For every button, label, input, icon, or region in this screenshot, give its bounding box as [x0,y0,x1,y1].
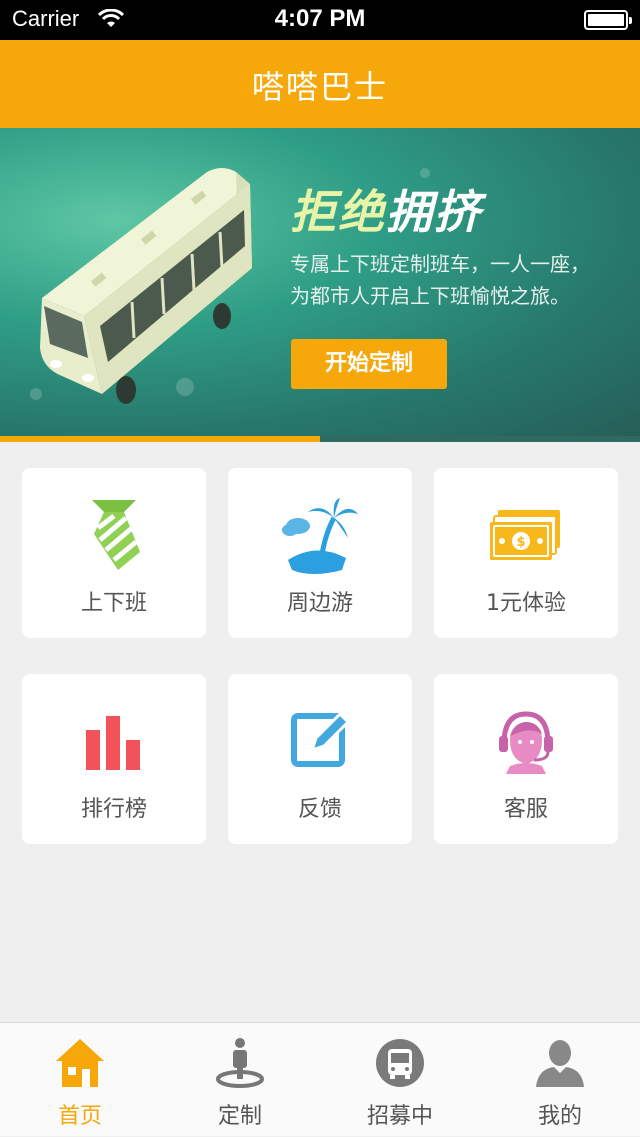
tile-label: 反馈 [297,797,342,822]
tile-ranking[interactable]: 排行榜 [22,674,206,844]
banner-headline: 拒绝拥挤 [290,176,482,242]
tile-nearby-trip[interactable]: 周边游 [228,468,412,638]
page-title: 嗒嗒巴士 [251,68,388,106]
tab-bar: 首页 定制 招募中 我的 [0,1022,640,1136]
tab-label: 我的 [537,1104,582,1129]
tab-label: 招募中 [366,1104,433,1129]
banner-headline-part2: 拥挤 [386,185,482,239]
banner-description: 专属上下班定制班车，一人一座， 为都市人开启上下班愉悦之旅。 [290,248,620,312]
carousel-indicator-active [0,436,320,442]
tile-label: 客服 [503,797,548,822]
bar-chart-icon [86,716,140,770]
banner-headline-part1: 拒绝 [290,185,386,239]
headset-icon [499,711,553,774]
tile-one-yuan-trial[interactable]: $ 1元体验 [434,468,618,638]
tab-mine[interactable]: 我的 [480,1023,640,1137]
tab-label: 首页 [57,1104,102,1129]
tile-label: 排行榜 [80,797,147,822]
tile-label: 上下班 [80,591,147,616]
tab-recruiting[interactable]: 招募中 [320,1023,480,1137]
tab-label: 定制 [217,1104,262,1129]
svg-text:$: $ [516,535,525,550]
tile-label: 1元体验 [486,591,566,616]
bus-illustration [22,158,262,412]
money-icon: $ [490,510,560,560]
clock: 4:07 PM [274,5,366,32]
banner-desc-line: 为都市人开启上下班愉悦之旅。 [290,284,570,308]
nav-bar: 嗒嗒巴士 [0,40,640,128]
tie-icon [92,500,140,570]
location-person-icon [216,1038,264,1088]
tile-label: 周边游 [286,591,353,616]
tab-home[interactable]: 首页 [0,1023,160,1137]
promo-banner[interactable]: 拒绝拥挤 专属上下班定制班车，一人一座， 为都市人开启上下班愉悦之旅。 开始定制 [0,128,640,436]
banner-desc-line: 专属上下班定制班车，一人一座， [290,252,590,276]
tile-commute[interactable]: 上下班 [22,468,206,638]
carousel-indicator [0,436,640,442]
bus-icon [376,1039,424,1087]
start-customize-button[interactable]: 开始定制 [291,339,447,389]
island-icon [282,498,358,574]
status-bar: Carrier 4:07 PM [0,0,640,40]
edit-icon [291,711,350,767]
tab-customize[interactable]: 定制 [160,1023,320,1137]
tile-feedback[interactable]: 反馈 [228,674,412,844]
tile-customer-service[interactable]: 客服 [434,674,618,844]
battery-icon [584,10,632,30]
home-icon [56,1039,104,1087]
user-icon [536,1040,584,1087]
